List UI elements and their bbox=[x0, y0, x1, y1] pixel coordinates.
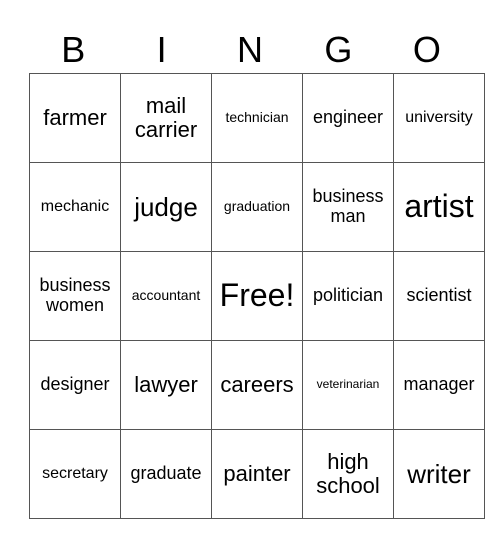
bingo-cell[interactable]: politician bbox=[302, 251, 394, 341]
bingo-cell[interactable]: graduate bbox=[120, 429, 212, 519]
free-space[interactable]: Free! bbox=[211, 251, 303, 341]
header-letter-g: G bbox=[324, 29, 353, 70]
bingo-cell[interactable]: accountant bbox=[120, 251, 212, 341]
bingo-cell[interactable]: secretary bbox=[29, 429, 121, 519]
header-letter-o: O bbox=[412, 29, 441, 70]
bingo-header: B I N G O bbox=[29, 28, 471, 72]
bingo-cell[interactable]: mail carrier bbox=[120, 73, 212, 163]
bingo-cell[interactable]: scientist bbox=[393, 251, 485, 341]
bingo-cell[interactable]: technician bbox=[211, 73, 303, 163]
bingo-cell[interactable]: mechanic bbox=[29, 162, 121, 252]
card-row: business women accountant Free! politici… bbox=[29, 251, 485, 341]
bingo-cell[interactable]: business man bbox=[302, 162, 394, 252]
bingo-cell[interactable]: painter bbox=[211, 429, 303, 519]
bingo-cell[interactable]: business women bbox=[29, 251, 121, 341]
bingo-cell[interactable]: farmer bbox=[29, 73, 121, 163]
bingo-cell[interactable]: high school bbox=[302, 429, 394, 519]
bingo-cell[interactable]: writer bbox=[393, 429, 485, 519]
bingo-cell[interactable]: lawyer bbox=[120, 340, 212, 430]
bingo-cell[interactable]: engineer bbox=[302, 73, 394, 163]
bingo-cell[interactable]: careers bbox=[211, 340, 303, 430]
bingo-cell[interactable]: artist bbox=[393, 162, 485, 252]
card-row: farmer mail carrier technician engineer … bbox=[29, 73, 485, 163]
bingo-cell[interactable]: manager bbox=[393, 340, 485, 430]
bingo-cell[interactable]: university bbox=[393, 73, 485, 163]
header-letter-i: I bbox=[156, 29, 167, 70]
header-letter-n: N bbox=[237, 29, 264, 70]
bingo-cell[interactable]: veterinarian bbox=[302, 340, 394, 430]
card-row: secretary graduate painter high school w… bbox=[29, 429, 485, 519]
bingo-cell[interactable]: judge bbox=[120, 162, 212, 252]
bingo-card: farmer mail carrier technician engineer … bbox=[29, 73, 485, 519]
card-row: mechanic judge graduation business man a… bbox=[29, 162, 485, 252]
bingo-cell[interactable]: designer bbox=[29, 340, 121, 430]
header-letter-b: B bbox=[61, 29, 86, 70]
card-row: designer lawyer careers veterinarian man… bbox=[29, 340, 485, 430]
bingo-cell[interactable]: graduation bbox=[211, 162, 303, 252]
